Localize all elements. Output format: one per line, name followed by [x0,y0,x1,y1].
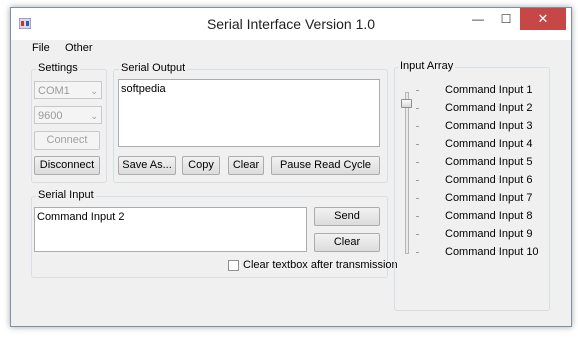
slider-tick [416,252,419,253]
minimize-button[interactable]: — [464,8,492,30]
slider-tick [416,108,419,109]
serial-input-group-label: Serial Input [36,189,96,201]
port-combo[interactable]: COM1 ⌄ [34,81,102,99]
disconnect-button[interactable]: Disconnect [34,156,100,175]
settings-group-label: Settings [36,62,80,74]
menu-file[interactable]: File [32,42,50,54]
command-input-label: Command Input 8 [445,210,533,222]
baud-combo[interactable]: 9600 ⌄ [34,106,102,124]
send-button[interactable]: Send [314,207,380,226]
serial-input-textbox[interactable]: Command Input 2 [34,207,307,252]
serial-output-group-label: Serial Output [119,62,188,74]
slider-tick [416,234,419,235]
clear-output-button[interactable]: Clear [228,156,264,175]
chevron-down-icon: ⌄ [90,111,98,121]
close-button[interactable]: ✕ [520,8,566,30]
serial-output-textbox[interactable]: softpedia [118,79,380,147]
input-array-slider-thumb[interactable] [401,99,412,108]
command-input-label: Command Input 10 [445,246,539,258]
title-bar[interactable]: Serial Interface Version 1.0 — ☐ ✕ [11,8,571,40]
command-input-label: Command Input 1 [445,84,533,96]
command-input-label: Command Input 6 [445,174,533,186]
clear-after-transmission-label: Clear textbox after transmission [243,259,398,271]
command-input-label: Command Input 9 [445,228,533,240]
command-input-label: Command Input 2 [445,102,533,114]
command-input-label: Command Input 5 [445,156,533,168]
slider-tick [416,198,419,199]
command-input-label: Command Input 3 [445,120,533,132]
pause-read-cycle-button[interactable]: Pause Read Cycle [271,156,380,175]
menu-bar: File Other [11,40,571,58]
chevron-down-icon: ⌄ [90,86,98,96]
clear-after-transmission-checkbox[interactable] [228,260,239,271]
command-input-label: Command Input 4 [445,138,533,150]
input-array-slider-track[interactable] [405,92,409,254]
port-value: COM1 [38,85,70,97]
slider-tick [416,144,419,145]
clear-input-button[interactable]: Clear [314,233,380,252]
slider-tick [416,180,419,181]
input-array-group-label: Input Array [398,60,456,72]
menu-other[interactable]: Other [65,42,93,54]
connect-button[interactable]: Connect [34,131,100,150]
slider-tick [416,90,419,91]
slider-tick [416,126,419,127]
copy-button[interactable]: Copy [182,156,220,175]
slider-tick [416,216,419,217]
maximize-button[interactable]: ☐ [492,8,520,30]
slider-tick [416,162,419,163]
save-as-button[interactable]: Save As... [118,156,176,175]
baud-value: 9600 [38,110,63,122]
command-input-label: Command Input 7 [445,192,533,204]
